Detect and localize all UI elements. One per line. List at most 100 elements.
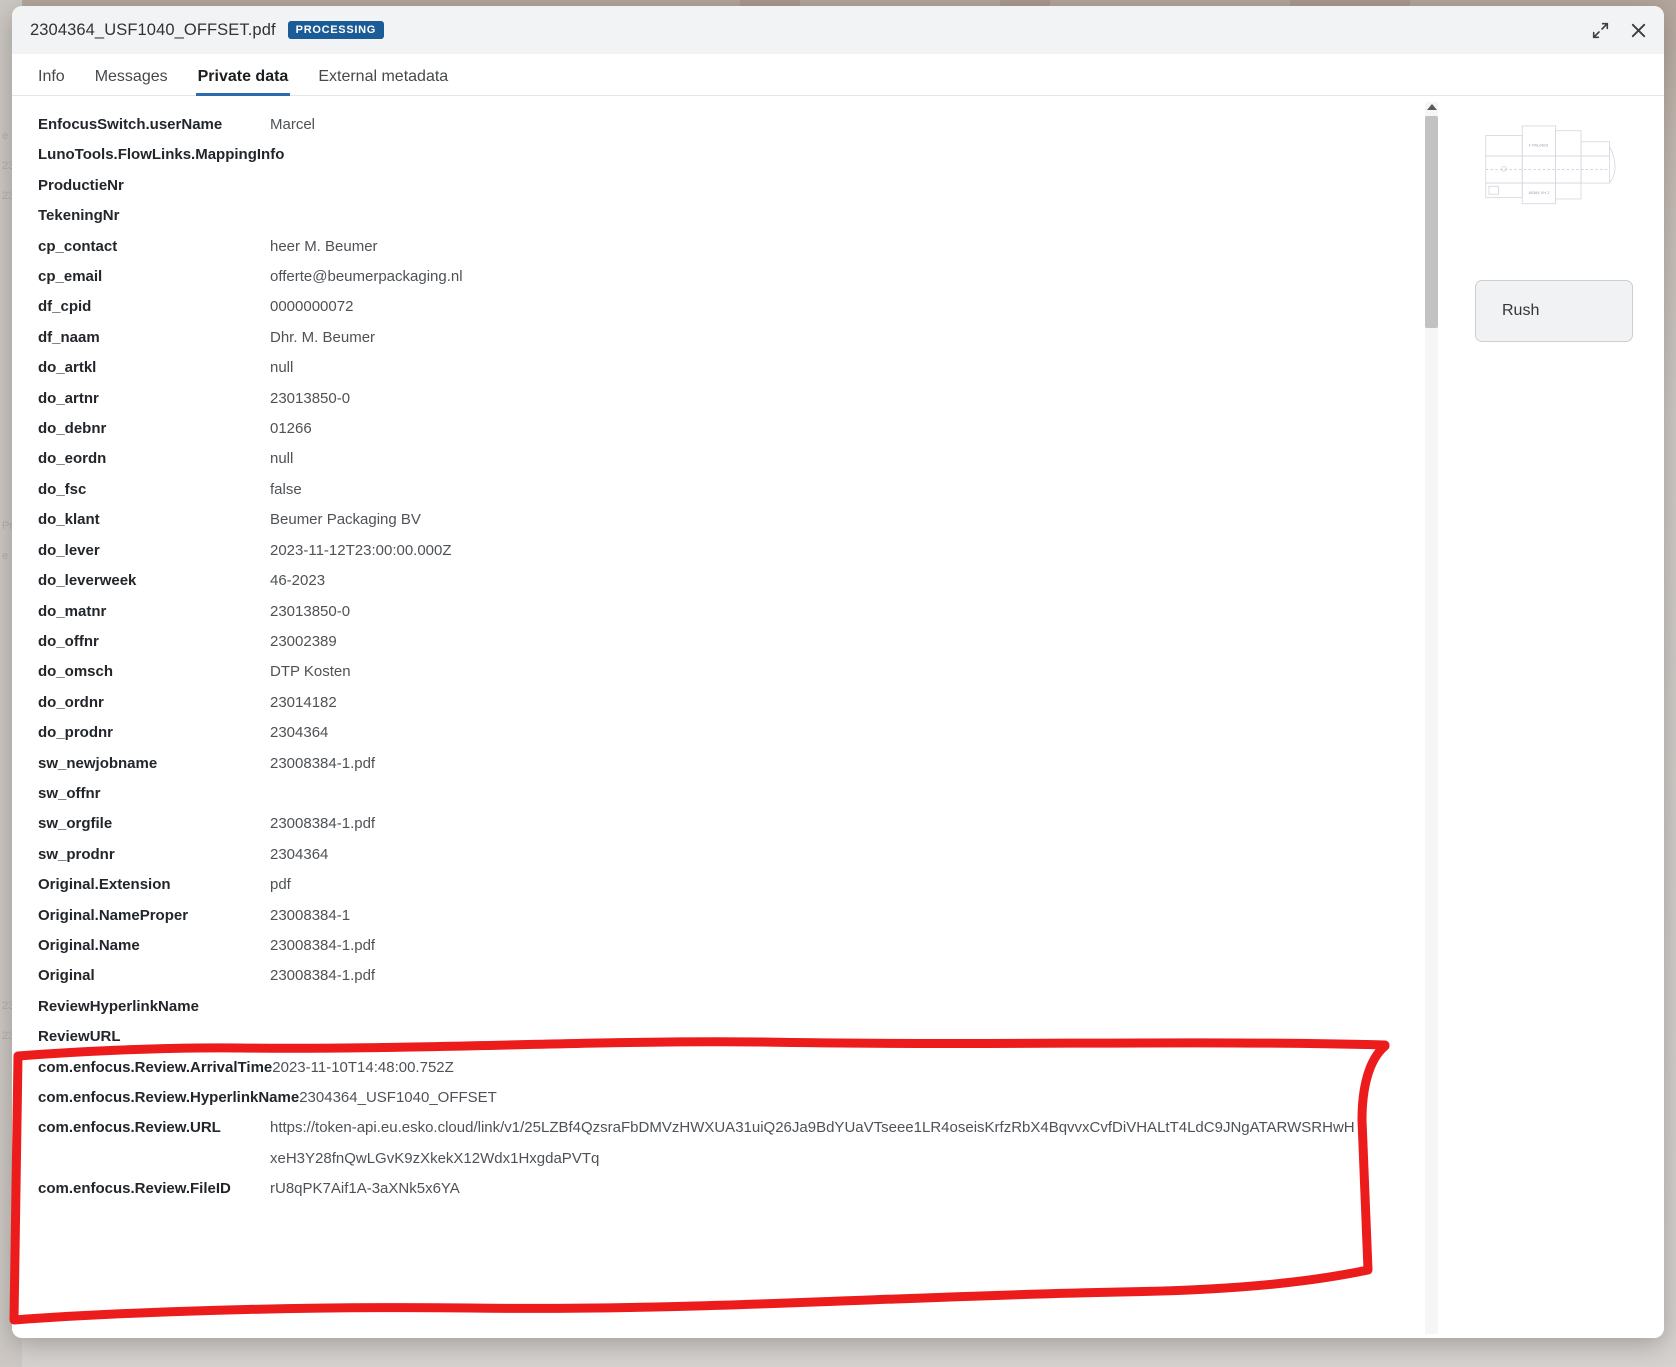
private-data-row: ProductieNr [38,171,1444,201]
private-data-key: sw_orgfile [38,815,113,833]
private-data-row: do_omsch DTP Kosten [38,657,1444,687]
triangle-up-icon[interactable] [1426,104,1437,110]
private-data-key: Original.NameProper [38,906,189,924]
private-data-value: false [270,480,302,498]
private-data-row: sw_offnr [38,779,1444,809]
private-data-value: Dhr. M. Beumer [270,328,376,346]
private-data-value: 2304364 [270,724,329,742]
svg-text:80384 VH 2: 80384 VH 2 [1529,190,1550,195]
private-data-key: sw_offnr [38,784,101,802]
private-data-key: Original.Extension [38,876,171,894]
private-data-row: sw_prodnr 2304364 [38,840,1444,870]
private-data-key: do_matnr [38,602,107,620]
private-data-key: do_klant [38,511,100,529]
private-data-row: com.enfocus.Review.URL https://token-api.… [38,1113,1444,1174]
private-data-value: rU8qPK7Aif1A-3aXNk5x6YA [270,1180,460,1198]
private-data-row: LunoTools.FlowLinks.MappingInfo [38,140,1444,170]
private-data-row: ReviewURL [38,1022,1444,1052]
private-data-value: heer M. Beumer [270,237,378,255]
private-data-key: do_artkl [38,359,97,377]
private-data-key: com.enfocus.Review.URL [38,1119,221,1137]
private-data-key: cp_email [38,268,103,286]
private-data-row: do_debnr 01266 [38,414,1444,444]
private-data-row: do_artnr 23013850-0 [38,384,1444,414]
private-data-key: df_naam [38,328,100,346]
private-data-row: df_naam Dhr. M. Beumer [38,323,1444,353]
private-data-key: ReviewHyperlinkName [38,997,199,1015]
private-data-key: ProductieNr [38,176,124,194]
private-data-row: Original.Extension pdf [38,870,1444,900]
private-data-row: Original 23008384-1.pdf [38,961,1444,991]
private-data-row: do_ordnr 23014182 [38,688,1444,718]
tab-external-metadata[interactable]: External metadata [318,68,448,95]
private-data-value: 23008384-1.pdf [270,815,376,833]
private-data-key: com.enfocus.Review.FileID [38,1180,231,1198]
scrollbar-thumb[interactable] [1425,116,1438,328]
private-data-key: cp_contact [38,237,118,255]
tab-info[interactable]: Info [38,68,65,95]
private-data-key: Original [38,967,95,985]
rush-button-label: Rush [1502,302,1540,319]
private-data-key: do_lever [38,541,100,559]
private-data-key: sw_prodnr [38,845,115,863]
close-icon[interactable] [1628,20,1648,40]
private-data-value: 0000000072 [270,298,354,316]
private-data-row: cp_email offerte@beumerpackaging.nl [38,262,1444,292]
expand-icon[interactable] [1590,20,1610,40]
private-data-value: 23013850-0 [270,602,351,620]
private-data-value: 23008384-1.pdf [270,754,376,772]
private-data-value: null [270,450,294,468]
private-data-key: com.enfocus.Review.HyperlinkName [38,1089,300,1106]
tab-messages[interactable]: Messages [95,68,168,95]
private-data-key: df_cpid [38,298,92,316]
rush-button[interactable]: Rush [1475,280,1633,342]
tab-private-data[interactable]: Private data [195,68,291,96]
private-data-row: do_prodnr 2304364 [38,718,1444,748]
private-data-key: do_eordn [38,450,107,468]
private-data-list: EnfocusSwitch.userName Marcel LunoTools.Fl… [12,96,1444,1205]
private-data-row: com.enfocus.Review.ArrivalTime 2023-11-10… [38,1053,1444,1083]
job-details-dialog: 2304364_USF1040_OFFSET.pdf PROCESSING In… [12,6,1664,1338]
private-data-key: do_leverweek [38,572,137,590]
private-data-value: 23013850-0 [270,389,351,407]
private-data-row: sw_newjobname 23008384-1.pdf [38,749,1444,779]
private-data-value: 23014182 [270,693,337,711]
private-data-row: do_leverweek 46-2023 [38,566,1444,596]
private-data-row: do_offnr 23002389 [38,627,1444,657]
private-data-value: null [270,359,294,377]
private-data-value: 23008384-1.pdf [270,936,376,954]
private-data-row: EnfocusSwitch.userName Marcel [38,110,1444,140]
private-data-key: do_offnr [38,632,99,650]
private-data-pane: EnfocusSwitch.userName Marcel LunoTools.Fl… [12,96,1444,1338]
private-data-key: EnfocusSwitch.userName [38,116,223,133]
private-data-value: Marcel [270,116,316,133]
private-data-key: LunoTools.FlowLinks.MappingInfo [38,146,285,164]
dialog-titlebar: 2304364_USF1040_OFFSET.pdf PROCESSING [12,6,1664,54]
private-data-row: do_eordn null [38,444,1444,474]
status-badge: PROCESSING [287,21,385,39]
private-data-row: TekeningNr [38,201,1444,231]
private-data-key: do_prodnr [38,724,113,742]
private-data-value: offerte@beumerpackaging.nl [270,268,463,286]
private-data-row: df_cpid 0000000072 [38,292,1444,322]
private-data-value: 2023-11-10T14:48:00.752Z [272,1058,454,1076]
private-data-key: do_artnr [38,389,99,407]
private-data-key: TekeningNr [38,207,120,225]
private-data-value: Beumer Packaging BV [270,511,421,529]
dieline-thumbnail: F PAL0603 80384 VH 2 [1474,118,1634,218]
page-title: 2304364_USF1040_OFFSET.pdf [30,20,276,39]
vertical-scrollbar[interactable] [1425,102,1438,1334]
private-data-row: ReviewHyperlinkName [38,992,1444,1022]
private-data-row: do_artkl null [38,353,1444,383]
private-data-row: com.enfocus.Review.HyperlinkName 2304364_… [38,1083,1444,1113]
private-data-row: do_lever 2023-11-12T23:00:00.000Z [38,536,1444,566]
private-data-value: 23008384-1 [270,906,351,924]
private-data-value: 23008384-1.pdf [270,967,376,985]
titlebar-actions [1590,20,1648,40]
private-data-key: do_omsch [38,663,114,681]
private-data-row: do_klant Beumer Packaging BV [38,505,1444,535]
private-data-row: com.enfocus.Review.FileID rU8qPK7Aif1A-3a… [38,1174,1444,1204]
private-data-value: 23002389 [270,632,337,650]
private-data-row: Original.NameProper 23008384-1 [38,901,1444,931]
private-data-value: DTP Kosten [270,663,351,681]
